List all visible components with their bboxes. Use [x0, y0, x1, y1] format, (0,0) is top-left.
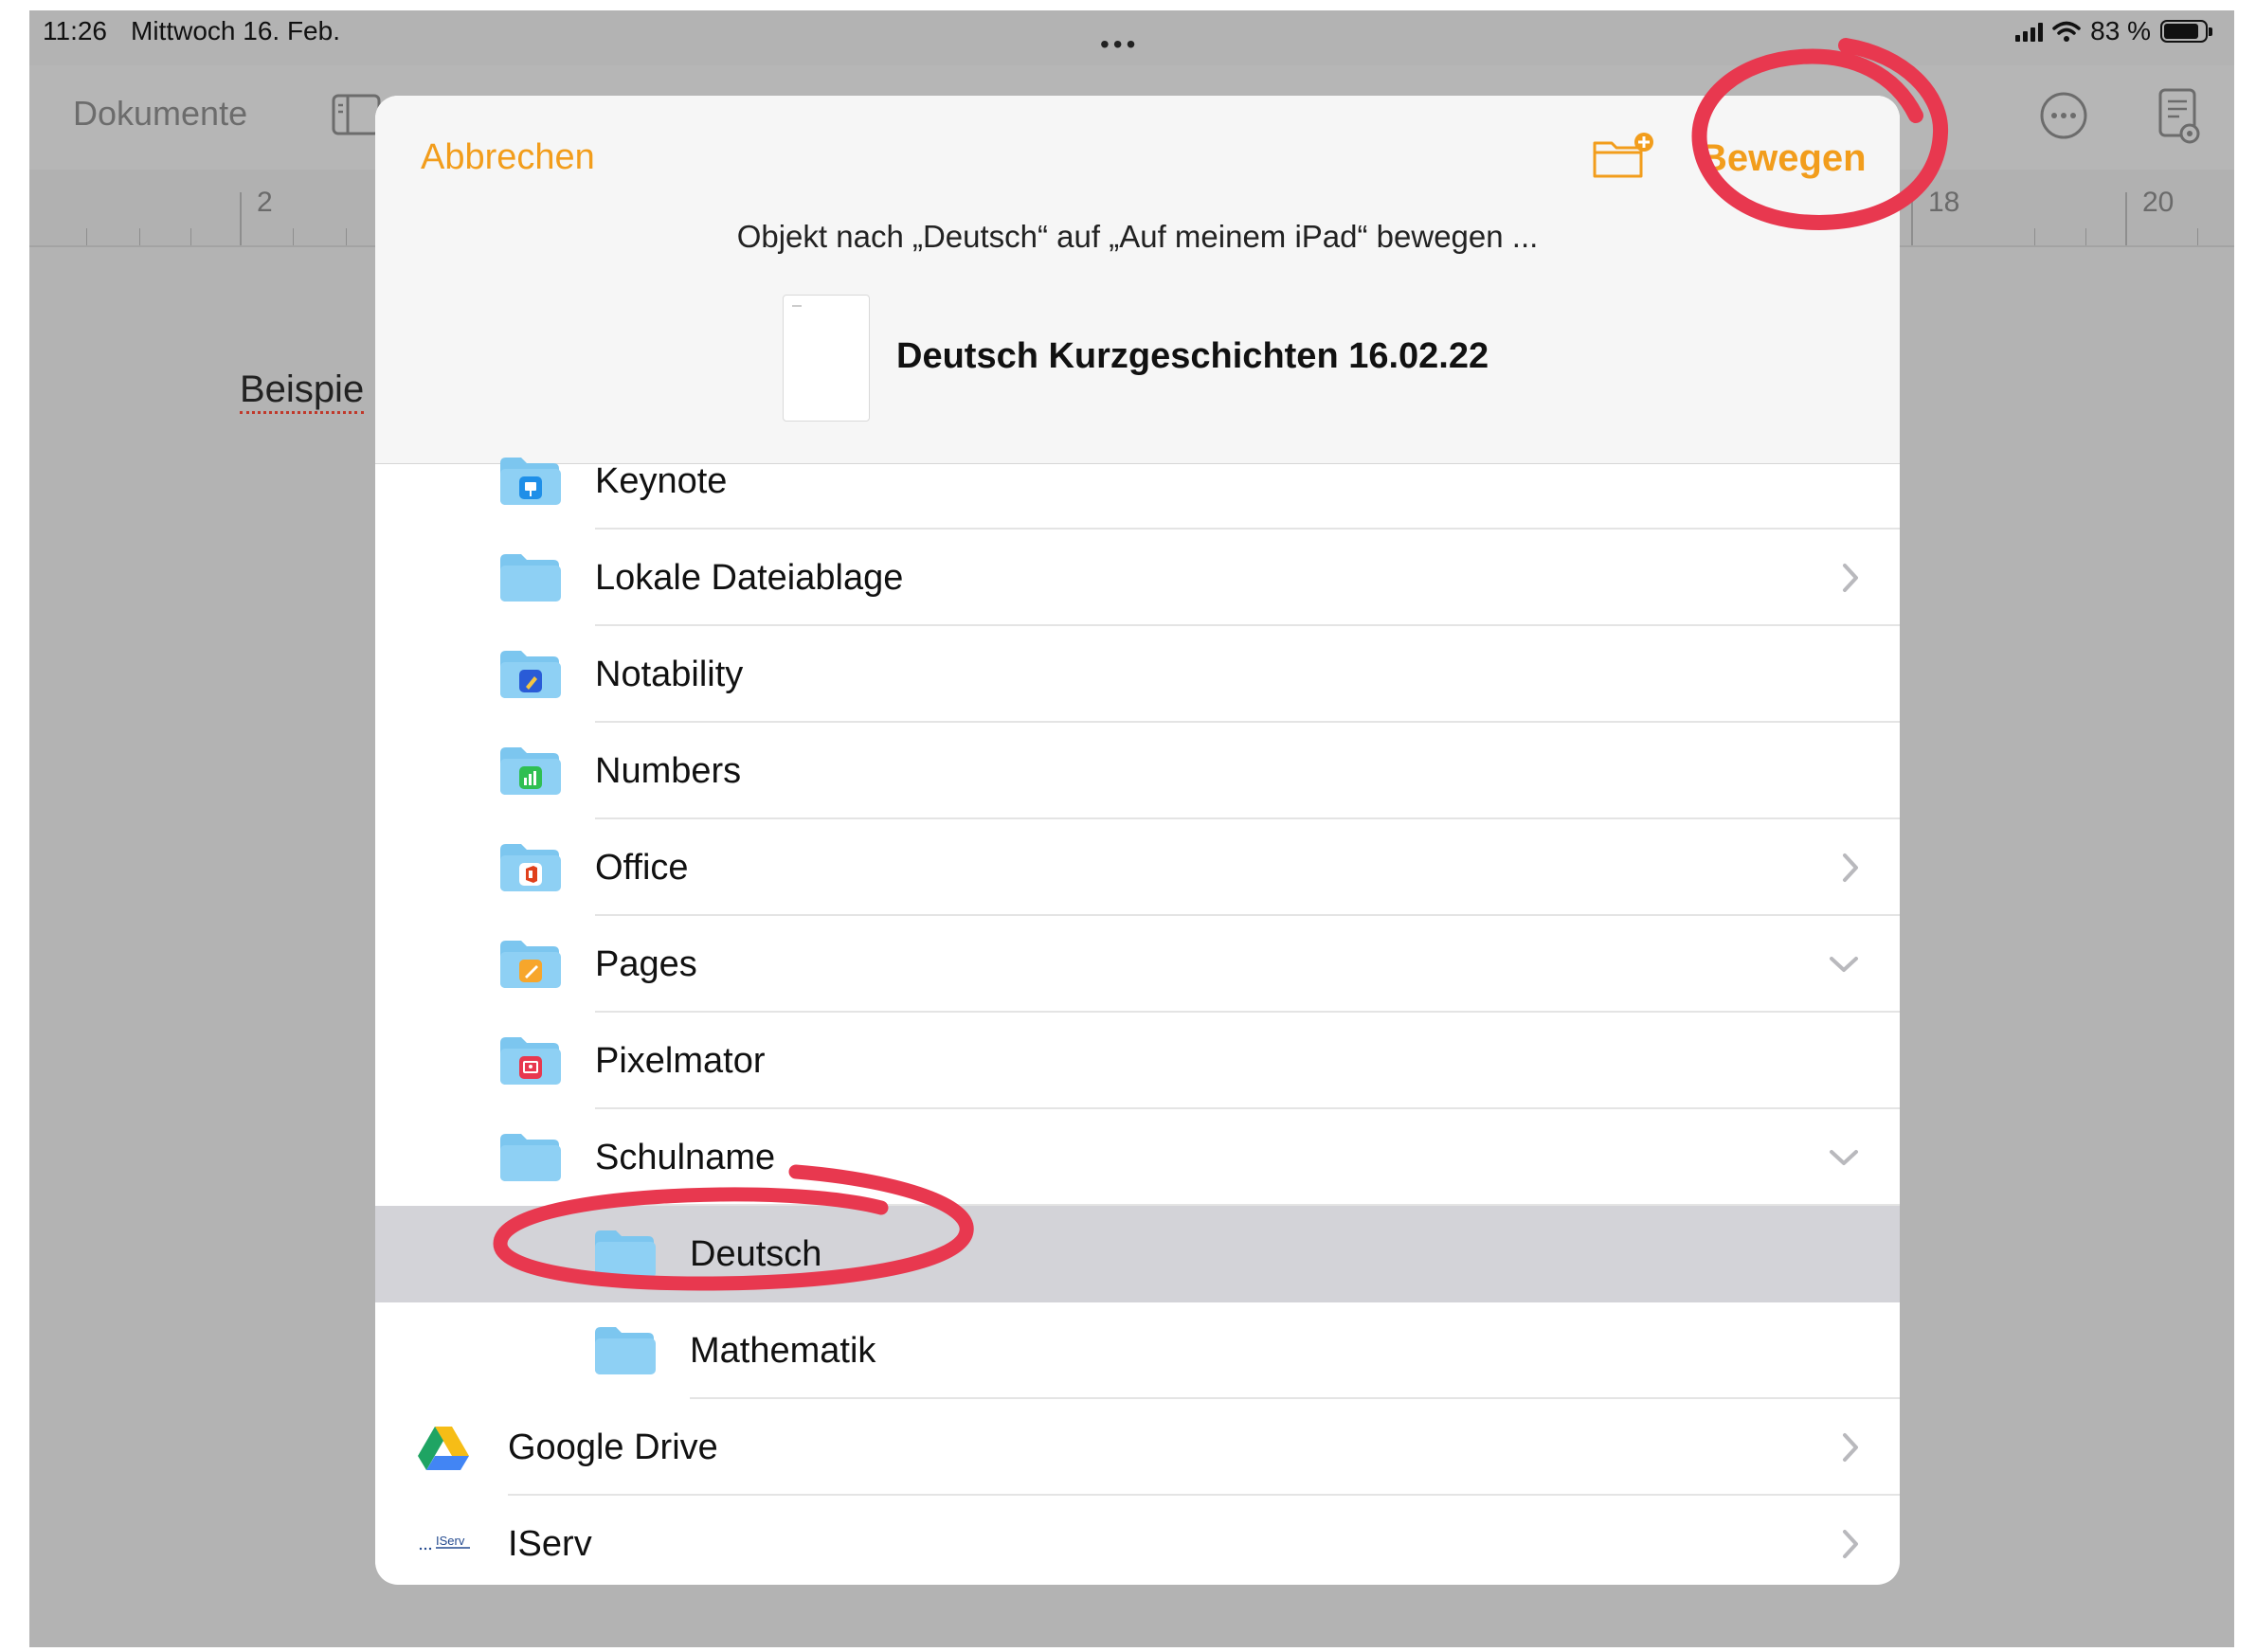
disclosure-chevron[interactable]: [1828, 1109, 1860, 1206]
folder-icon: [593, 1229, 656, 1280]
ruler-number: 20: [2142, 187, 2175, 218]
disclosure-chevron[interactable]: [1841, 1399, 1860, 1496]
folder-label: Pixelmator: [595, 1041, 766, 1081]
move-sheet: Abbrechen Bewegen Objekt nach „Deutsch“ …: [375, 96, 1900, 1585]
file-name: Deutsch Kurzgeschichten 16.02.22: [896, 336, 1489, 376]
disclosure-chevron[interactable]: [1841, 1496, 1860, 1585]
pixelmator-folder-icon: [498, 1035, 561, 1086]
move-instruction: Objekt nach „Deutsch“ auf „Auf meinem iP…: [736, 219, 1539, 254]
folder-row[interactable]: Schulname: [375, 1109, 1900, 1206]
numbers-folder-icon: [498, 745, 561, 797]
ruler-number: 18: [1928, 187, 1960, 218]
more-icon[interactable]: [2038, 90, 2089, 141]
keynote-folder-icon: [498, 456, 561, 507]
disclosure-chevron[interactable]: [1841, 819, 1860, 916]
folder-label: Office: [595, 848, 689, 888]
chevron-right-icon: [1843, 853, 1858, 882]
folder-row[interactable]: IServ IServ: [375, 1496, 1900, 1585]
iserv-icon: IServ: [417, 1528, 479, 1579]
folder-icon: [593, 1325, 656, 1376]
view-icon[interactable]: [2156, 86, 2203, 145]
folder-row[interactable]: Deutsch: [375, 1206, 1900, 1302]
battery-icon: [2160, 20, 2212, 43]
folder-icon: [498, 1132, 561, 1183]
document-body-text[interactable]: Beispie: [240, 368, 365, 414]
multitasking-dots[interactable]: •••: [1100, 29, 1139, 60]
chevron-right-icon: [1843, 1433, 1858, 1462]
folder-label: Pages: [595, 944, 697, 984]
office-folder-icon: [498, 842, 561, 893]
folder-label: Lokale Dateiablage: [595, 558, 904, 598]
svg-text:IServ: IServ: [436, 1534, 465, 1548]
folder-label: Mathematik: [690, 1331, 876, 1371]
cellular-signal-icon: [2015, 21, 2044, 42]
status-indicators: 83 %: [2015, 16, 2212, 46]
battery-percent: 83 %: [2090, 16, 2151, 45]
folder-row[interactable]: Google Drive: [375, 1399, 1900, 1496]
folder-row[interactable]: Numbers: [375, 723, 1900, 819]
folder-row[interactable]: Lokale Dateiablage: [375, 530, 1900, 626]
documents-button[interactable]: Dokumente: [73, 94, 247, 134]
chevron-down-icon: [1830, 957, 1858, 972]
google-drive-icon: [417, 1425, 479, 1476]
ruler-number: 2: [257, 187, 273, 218]
notability-folder-icon: [498, 649, 561, 700]
folder-label: Notability: [595, 655, 744, 694]
folder-row[interactable]: Office: [375, 819, 1900, 916]
folder-label: Google Drive: [508, 1428, 718, 1467]
move-button[interactable]: Bewegen: [1700, 137, 1867, 180]
folder-row[interactable]: Pages: [375, 916, 1900, 1013]
folder-label: Keynote: [595, 461, 728, 501]
chevron-right-icon: [1843, 1530, 1858, 1558]
chevron-right-icon: [1843, 564, 1858, 592]
pages-folder-icon: [498, 939, 561, 990]
folder-row[interactable]: Mathematik: [375, 1302, 1900, 1399]
folder-row[interactable]: Keynote: [375, 433, 1900, 530]
folder-label: Numbers: [595, 751, 742, 791]
status-time: 11:26: [43, 16, 107, 45]
disclosure-chevron[interactable]: [1828, 916, 1860, 1013]
folder-row[interactable]: Notability: [375, 626, 1900, 723]
sheet-header: Abbrechen Bewegen Objekt nach „Deutsch“ …: [375, 96, 1900, 464]
chevron-down-icon: [1830, 1150, 1858, 1165]
folder-label: Schulname: [595, 1138, 776, 1177]
folder-icon: [498, 552, 561, 603]
document-thumbnail: [783, 295, 870, 422]
folder-row[interactable]: Pixelmator: [375, 1013, 1900, 1109]
folder-list: Keynote Lokale Dateiablage Notability Nu…: [375, 458, 1900, 1585]
sidebar-icon[interactable]: [331, 92, 382, 137]
folder-label: IServ: [508, 1524, 592, 1564]
status-date: Mittwoch 16. Feb.: [131, 16, 340, 45]
new-folder-icon[interactable]: [1591, 130, 1657, 183]
folder-label: Deutsch: [690, 1234, 822, 1274]
disclosure-chevron[interactable]: [1841, 530, 1860, 626]
cancel-button[interactable]: Abbrechen: [421, 137, 595, 178]
wifi-icon: [2052, 21, 2081, 42]
